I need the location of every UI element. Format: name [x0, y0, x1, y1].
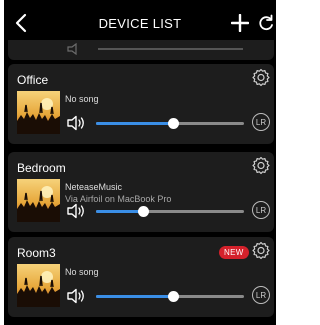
device-name: Room3: [17, 246, 56, 260]
speaker-icon: [67, 43, 77, 55]
new-badge: NEW: [219, 246, 249, 259]
gear-icon: [252, 156, 270, 175]
volume-slider[interactable]: [96, 291, 244, 302]
album-cover: [17, 264, 60, 307]
speaker-icon: [67, 115, 84, 131]
mute-button[interactable]: [66, 203, 86, 219]
volume-slider-thumb[interactable]: [167, 118, 179, 129]
volume-slider-thumb[interactable]: [138, 206, 150, 217]
channel-button[interactable]: LR: [252, 286, 270, 304]
channel-button[interactable]: LR: [252, 201, 270, 219]
volume-slider-fill: [96, 210, 144, 213]
volume-slider-track: [98, 48, 243, 50]
partial-device-card: [8, 40, 274, 60]
song-title: NeteaseMusic: [65, 182, 123, 192]
device-name: Office: [17, 73, 49, 87]
channel-button[interactable]: LR: [252, 113, 270, 131]
refresh-button[interactable]: [256, 12, 276, 34]
volume-slider-fill: [96, 295, 173, 298]
gear-icon: [252, 241, 270, 260]
volume-slider-thumb[interactable]: [167, 291, 179, 302]
volume-slider[interactable]: [96, 118, 244, 129]
volume-slider-fill: [96, 122, 173, 125]
device-card-room3[interactable]: Room3 NEW No song LR: [8, 237, 274, 317]
add-device-button[interactable]: [230, 12, 250, 34]
album-cover: [17, 179, 60, 222]
speaker-icon: [67, 203, 84, 219]
device-settings-button[interactable]: [251, 68, 271, 88]
gear-icon: [252, 68, 270, 87]
mute-button[interactable]: [66, 288, 86, 304]
plus-icon: [231, 14, 249, 32]
album-cover: [17, 91, 60, 134]
device-name: Bedroom: [17, 161, 66, 175]
song-title: No song: [65, 94, 99, 104]
mute-button[interactable]: [66, 115, 86, 131]
speaker-icon: [67, 288, 84, 304]
device-card-bedroom[interactable]: Bedroom NeteaseMusic Via Airfoil on MacB…: [8, 152, 274, 232]
refresh-icon: [259, 14, 273, 31]
device-card-office[interactable]: Office No song LR: [8, 64, 274, 144]
volume-slider[interactable]: [96, 206, 244, 217]
song-title: No song: [65, 267, 99, 277]
device-list-screen: DEVICE LIST Office No song LR Bedroom Ne…: [4, 0, 276, 325]
device-settings-button[interactable]: [251, 156, 271, 176]
device-settings-button[interactable]: [251, 241, 271, 261]
